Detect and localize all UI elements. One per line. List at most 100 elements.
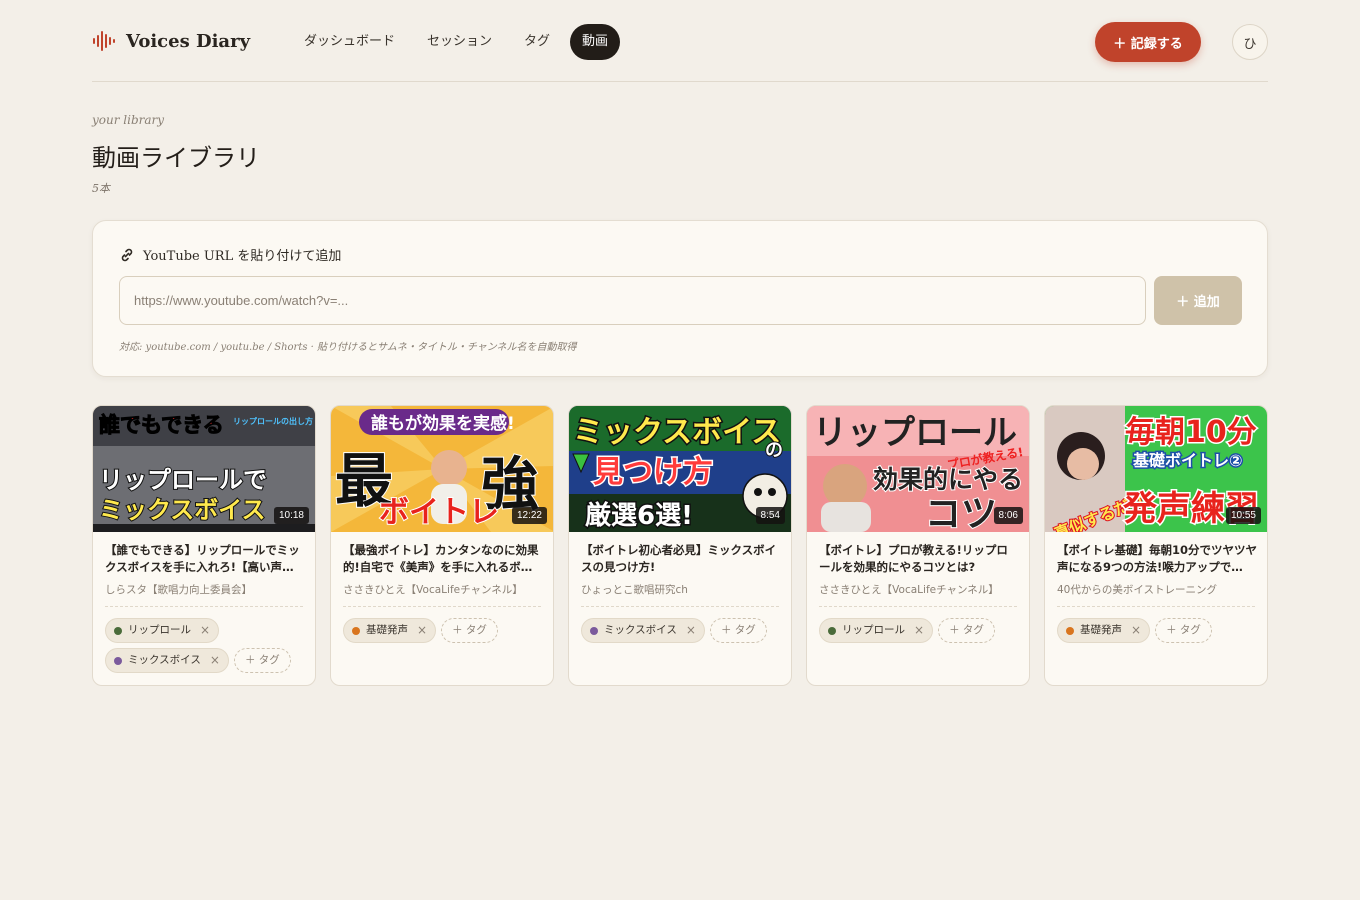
tag-label: ミックスボイス — [604, 624, 677, 636]
link-icon — [121, 248, 133, 261]
tag-color-dot — [114, 626, 122, 635]
remove-tag-icon[interactable]: × — [417, 619, 427, 642]
video-title[interactable]: 【ボイトレ基礎】毎朝10分でツヤツヤ声になる9つの方法!喉力アップで… — [1057, 542, 1257, 576]
video-duration: 8:06 — [993, 507, 1023, 524]
add-video-card: YouTube URL を貼り付けて追加 ＋ 追加 対応: youtube.co… — [92, 220, 1268, 377]
card-divider — [105, 606, 303, 607]
remove-tag-icon[interactable]: × — [914, 619, 924, 642]
tag-list: リップロール × ミックスボイス × ＋ タグ — [105, 618, 309, 673]
tag-list: 基礎発声 × ＋ タグ — [1057, 618, 1261, 643]
card-divider — [819, 606, 1017, 607]
card-divider — [1057, 606, 1255, 607]
add-tag-button[interactable]: ＋ タグ — [938, 618, 995, 643]
thumb-text-1: ミックスボイス — [573, 415, 781, 450]
thumb-text-1: 誰もが効果を実感! — [371, 413, 515, 434]
video-channel: ささきひとえ【VocaLifeチャンネル】 — [343, 584, 523, 596]
page-eyebrow: your library — [92, 113, 165, 127]
video-thumbnail[interactable]: 誰もが効果を実感! 最 強 ボイトレ 12:22 — [331, 406, 553, 532]
video-card[interactable]: 誰もが効果を実感! 最 強 ボイトレ 12:22 【最強ボイトレ】カンタンなのに… — [330, 405, 554, 686]
tag-list: リップロール × ＋ タグ — [819, 618, 1023, 643]
video-duration: 10:18 — [273, 507, 309, 524]
video-title[interactable]: 【ボイトレ】プロが教える!リップロールを効果的にやるコツとは? — [819, 542, 1019, 576]
video-channel: しらスタ【歌唱力向上委員会】 — [105, 584, 252, 596]
tag-chip: ミックスボイス × — [581, 618, 705, 643]
tag-chip: ミックスボイス × — [105, 648, 229, 673]
add-tag-button[interactable]: ＋ タグ — [233, 648, 291, 673]
video-thumbnail[interactable]: リップロール プロが教える! 効果的にやる コツ 8:06 — [807, 406, 1029, 532]
thumb-text-2: 基礎ボイトレ② — [1132, 451, 1243, 470]
thumb-text-1: 誰でもできる — [99, 413, 224, 437]
app-name: Voices Diary — [126, 30, 251, 52]
nav-dashboard[interactable]: ダッシュボード — [292, 24, 407, 60]
video-duration: 8:54 — [755, 507, 785, 524]
add-video-label: YouTube URL を貼り付けて追加 — [119, 245, 341, 264]
thumb-text-1: 毎朝10分 — [1125, 415, 1257, 450]
video-grid: 誰でもできる リップロールの出し方 リップロールで ミックスボイス 10:18 … — [92, 405, 1268, 687]
thumb-text-2: リップロールの出し方 — [233, 416, 313, 426]
video-channel: ささきひとえ【VocaLifeチャンネル】 — [819, 584, 999, 596]
add-video-label-text: YouTube URL を貼り付けて追加 — [143, 249, 342, 264]
card-divider — [343, 606, 541, 607]
thumb-text-4: ミックスボイス — [99, 496, 266, 524]
video-title[interactable]: 【ボイトレ初心者必見】ミックスボイスの見つけ方! — [581, 542, 781, 576]
video-card[interactable]: ミックスボイス の 見つけ方 厳選6選! 8:54 【ボイトレ初心者必見】ミック… — [568, 405, 792, 686]
video-card[interactable]: 誰でもできる リップロールの出し方 リップロールで ミックスボイス 10:18 … — [92, 405, 316, 686]
tag-color-dot — [114, 656, 122, 665]
record-button[interactable]: ＋ 記録する — [1095, 22, 1201, 62]
main-nav: ダッシュボード セッション タグ 動画 — [292, 24, 621, 60]
add-video-hint: 対応: youtube.com / youtu.be / Shorts · 貼り… — [119, 342, 577, 353]
thumb-text-4: 厳選6選! — [585, 500, 693, 531]
nav-videos[interactable]: 動画 — [570, 24, 621, 60]
tag-list: 基礎発声 × ＋ タグ — [343, 618, 547, 643]
remove-tag-icon[interactable]: × — [1131, 619, 1141, 642]
video-thumbnail[interactable]: 誰でもできる リップロールの出し方 リップロールで ミックスボイス 10:18 — [93, 406, 315, 532]
add-tag-button[interactable]: ＋ タグ — [1155, 618, 1212, 643]
tag-label: 基礎発声 — [1080, 624, 1122, 636]
tag-label: 基礎発声 — [366, 624, 408, 636]
thumb-text-3: 効果的にやる — [873, 465, 1023, 494]
page-title: 動画ライブラリ — [92, 144, 260, 172]
card-divider — [581, 606, 779, 607]
tag-color-dot — [590, 626, 598, 635]
thumb-text-3: 見つけ方 — [593, 455, 713, 490]
thumb-text-3: リップロールで — [99, 466, 267, 494]
video-duration: 10:55 — [1225, 507, 1261, 524]
tag-list: ミックスボイス × ＋ タグ — [581, 618, 785, 643]
nav-sessions[interactable]: セッション — [415, 24, 504, 60]
remove-tag-icon[interactable]: × — [686, 619, 696, 642]
tag-color-dot — [352, 626, 360, 635]
tag-chip: 基礎発声 × — [1057, 618, 1151, 643]
youtube-url-input[interactable] — [119, 276, 1146, 325]
tag-chip: リップロール × — [819, 618, 934, 643]
add-tag-button[interactable]: ＋ タグ — [709, 618, 767, 643]
app-logo[interactable]: Voices Diary — [92, 30, 250, 52]
add-video-button[interactable]: ＋ 追加 — [1154, 276, 1242, 325]
video-title[interactable]: 【誰でもできる】リップロールでミックスボイスを手に入れろ!【高い声が… — [105, 542, 305, 576]
thumb-text-1: リップロール — [813, 413, 1017, 453]
user-avatar[interactable]: ひ — [1232, 24, 1268, 60]
video-count: 5本 — [92, 182, 110, 195]
thumb-text-4: コツ — [925, 494, 997, 532]
top-header: Voices Diary ダッシュボード セッション タグ 動画 ＋ 記録する … — [92, 20, 1268, 82]
tag-chip: 基礎発声 × — [343, 618, 437, 643]
add-tag-button[interactable]: ＋ タグ — [441, 618, 498, 643]
nav-tags[interactable]: タグ — [512, 24, 562, 60]
tag-chip: リップロール × — [105, 618, 220, 643]
tag-label: リップロール — [128, 624, 191, 636]
thumb-text-2: の — [765, 440, 783, 461]
tag-color-dot — [1066, 626, 1074, 635]
video-thumbnail[interactable]: 毎朝10分 基礎ボイトレ② 真似するだけ 発声練習 10:55 — [1045, 406, 1267, 532]
video-card[interactable]: 毎朝10分 基礎ボイトレ② 真似するだけ 発声練習 10:55 【ボイトレ基礎】… — [1044, 405, 1268, 686]
video-card[interactable]: リップロール プロが教える! 効果的にやる コツ 8:06 【ボイトレ】プロが教… — [806, 405, 1030, 686]
remove-tag-icon[interactable]: × — [210, 649, 220, 672]
video-channel: 40代からの美ボイストレーニング — [1057, 584, 1218, 596]
video-title[interactable]: 【最強ボイトレ】カンタンなのに効果的!自宅で《美声》を手に入れるボ… — [343, 542, 543, 576]
waveform-icon — [93, 31, 115, 51]
tag-label: ミックスボイス — [128, 654, 201, 666]
tag-label: リップロール — [842, 624, 905, 636]
remove-tag-icon[interactable]: × — [200, 619, 210, 642]
thumb-text-4: ボイトレ — [379, 495, 499, 530]
video-duration: 12:22 — [511, 507, 547, 524]
video-channel: ひょっとこ歌唱研究ch — [581, 584, 688, 596]
video-thumbnail[interactable]: ミックスボイス の 見つけ方 厳選6選! 8:54 — [569, 406, 791, 532]
